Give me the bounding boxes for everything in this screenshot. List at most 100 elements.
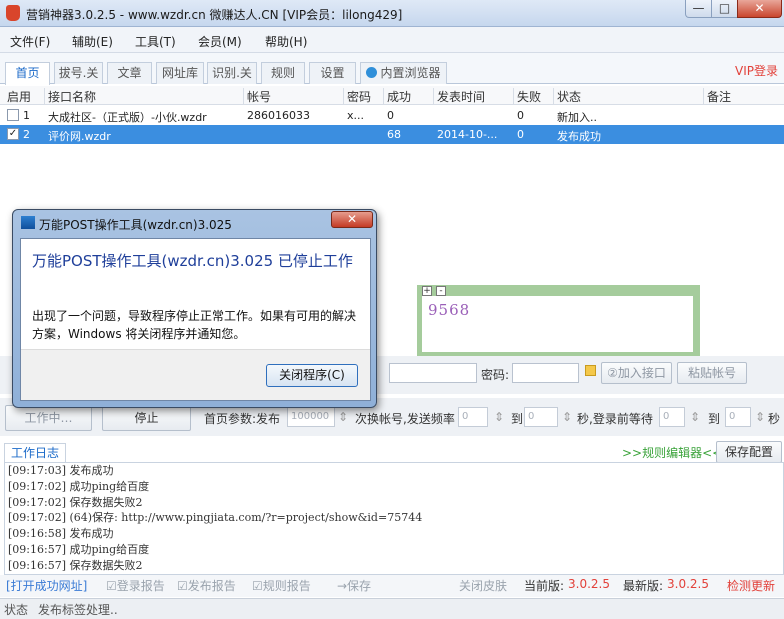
spin-arrows-icon[interactable]: ⇕ bbox=[562, 410, 572, 424]
col-name[interactable]: 接口名称 bbox=[44, 88, 96, 105]
add-interface-button[interactable]: ②加入接口 bbox=[601, 362, 672, 384]
spin-arrows-icon[interactable]: ⇕ bbox=[494, 410, 504, 424]
col-enable[interactable]: 启用 bbox=[4, 88, 31, 105]
tab-builtin-browser[interactable]: 内置浏览器 bbox=[360, 62, 447, 84]
close-skin-link[interactable]: 关闭皮肤 bbox=[459, 577, 507, 594]
sec-label: 秒 bbox=[768, 412, 781, 426]
expand-icon[interactable]: + bbox=[422, 286, 432, 296]
row-name: 大成社区-（正式版）-小伙.wzdr bbox=[48, 111, 207, 124]
to-label: 到 bbox=[511, 412, 524, 426]
password-label: 密码: bbox=[481, 368, 510, 382]
vip-login-link[interactable]: VIP登录 bbox=[735, 62, 778, 79]
col-status[interactable]: 状态 bbox=[553, 88, 581, 105]
title-bar: 营销神器3.0.2.5 - www.wzdr.cn 微赚达人.CN [VIP会员… bbox=[0, 0, 784, 27]
account-input[interactable] bbox=[389, 363, 477, 383]
captcha-panel: + - 9568 bbox=[417, 285, 700, 358]
spin-arrows-icon[interactable]: ⇕ bbox=[338, 410, 348, 424]
save-config-button[interactable]: 保存配置 bbox=[716, 441, 782, 463]
menu-file[interactable]: 文件(F) bbox=[10, 33, 50, 50]
window-title: 营销神器3.0.2.5 - www.wzdr.cn 微赚达人.CN [VIP会员… bbox=[26, 8, 403, 22]
interface-table-header: 启用 接口名称 帐号 密码 成功 发表时间 失败 状态 备注 bbox=[0, 86, 784, 105]
tab-recognition[interactable]: 识别.关 bbox=[207, 62, 257, 84]
dialog-close-button[interactable]: ✕ bbox=[331, 211, 373, 228]
col-fail[interactable]: 失败 bbox=[513, 88, 541, 105]
options-bar: [打开成功网址] ☑登录报告 ☑发布报告 ☑规则报告 →保存 关闭皮肤 当前版:… bbox=[0, 575, 784, 597]
spin-arrows-icon[interactable]: ⇕ bbox=[755, 410, 765, 424]
row-success: 68 bbox=[387, 128, 401, 141]
captcha-image[interactable]: 9568 bbox=[422, 296, 693, 352]
window-icon bbox=[21, 216, 35, 229]
row-status: 新加入.. bbox=[557, 111, 597, 124]
row-fail: 0 bbox=[517, 109, 524, 122]
dialog-message: 出现了一个问题，导致程序停止正常工作。如果有可用的解决方案，Windows 将关… bbox=[32, 309, 357, 341]
publish-report-checkbox[interactable]: ☑发布报告 bbox=[177, 577, 236, 594]
log-line: [09:17:02] (64)保存: http://www.pingjiata.… bbox=[8, 511, 423, 525]
tab-settings[interactable]: 设置 bbox=[309, 62, 356, 84]
check-update-link[interactable]: 检测更新 bbox=[727, 577, 775, 594]
wait-to-input[interactable]: 0 bbox=[725, 407, 751, 427]
wait-from-input[interactable]: 0 bbox=[659, 407, 685, 427]
error-dialog: 万能POST操作工具(wzdr.cn)3.025 ✕ 万能POST操作工具(wz… bbox=[12, 209, 377, 408]
row-number: 1 bbox=[23, 109, 30, 122]
collapse-icon[interactable]: - bbox=[436, 286, 446, 296]
login-wait-label: 秒,登录前等待 bbox=[577, 412, 653, 426]
tab-url-library[interactable]: 网址库 bbox=[156, 62, 204, 84]
maximize-button[interactable]: □ bbox=[711, 0, 738, 18]
tab-article[interactable]: 文章 bbox=[107, 62, 152, 84]
close-window-button[interactable]: ✕ bbox=[737, 0, 782, 18]
row-number: 2 bbox=[23, 128, 30, 141]
spin-arrows-icon[interactable]: ⇕ bbox=[690, 410, 700, 424]
freq-from-input[interactable]: 0 bbox=[458, 407, 488, 427]
open-success-url-link[interactable]: [打开成功网址] bbox=[6, 577, 87, 594]
switch-label: 次换帐号,发送频率 bbox=[355, 412, 455, 426]
row-checkbox[interactable] bbox=[7, 109, 19, 121]
col-note[interactable]: 备注 bbox=[703, 88, 731, 105]
latest-version-label: 最新版: bbox=[623, 579, 664, 593]
status-label: 状态 bbox=[4, 603, 29, 617]
col-time[interactable]: 发表时间 bbox=[433, 88, 485, 105]
home-params-label: 首页参数:发布 bbox=[204, 412, 281, 426]
menu-member[interactable]: 会员(M) bbox=[198, 33, 242, 50]
main-tabs: 首页 拔号.关 文章 网址库 识别.关 规则 设置 内置浏览器 bbox=[0, 53, 784, 85]
log-line: [09:16:57] 成功ping给百度 bbox=[8, 542, 150, 556]
tab-rules[interactable]: 规则 bbox=[261, 62, 305, 84]
log-line: [09:16:57] 保存数据失败2 bbox=[8, 558, 143, 572]
work-log: [09:17:03] 发布成功 [09:17:02] 成功ping给百度 [09… bbox=[4, 462, 784, 575]
key-icon[interactable] bbox=[585, 365, 596, 376]
dialog-body: 万能POST操作工具(wzdr.cn)3.025 已停止工作 出现了一个问题，导… bbox=[20, 238, 371, 401]
col-account[interactable]: 帐号 bbox=[243, 88, 271, 105]
menu-assist[interactable]: 辅助(E) bbox=[72, 33, 113, 50]
row-name: 评价网.wzdr bbox=[48, 130, 111, 143]
publish-count-input[interactable]: 100000 bbox=[287, 407, 335, 427]
log-line: [09:17:03] 发布成功 bbox=[8, 464, 114, 477]
menu-tools[interactable]: 工具(T) bbox=[135, 33, 176, 50]
freq-to-input[interactable]: 0 bbox=[524, 407, 558, 427]
to-label: 到 bbox=[708, 412, 721, 426]
table-row[interactable]: ✓ 2 评价网.wzdr 68 2014-10-... 0 发布成功 bbox=[0, 125, 784, 144]
login-report-checkbox[interactable]: ☑登录报告 bbox=[106, 577, 165, 594]
menu-help[interactable]: 帮助(H) bbox=[265, 33, 307, 50]
captcha-code: 9568 bbox=[428, 301, 471, 319]
current-version-label: 当前版: bbox=[524, 579, 565, 593]
stop-button[interactable]: 停止 bbox=[102, 405, 191, 431]
dialog-footer: 关闭程序(C) bbox=[21, 349, 370, 400]
row-checkbox[interactable]: ✓ bbox=[7, 128, 19, 140]
close-program-button[interactable]: 关闭程序(C) bbox=[266, 364, 358, 387]
log-line: [09:17:02] 成功ping给百度 bbox=[8, 479, 150, 493]
working-button[interactable]: 工作中… bbox=[5, 405, 92, 431]
minimize-button[interactable]: — bbox=[685, 0, 712, 18]
tab-dialup[interactable]: 拔号.关 bbox=[54, 62, 103, 84]
globe-icon bbox=[366, 67, 378, 78]
tab-work-log[interactable]: 工作日志 bbox=[4, 443, 66, 463]
rule-report-checkbox[interactable]: ☑规则报告 bbox=[252, 577, 311, 594]
table-row[interactable]: 1 大成社区-（正式版）-小伙.wzdr 286016033 x... 0 0 … bbox=[0, 106, 784, 125]
row-status: 发布成功 bbox=[557, 130, 601, 143]
rule-editor-link[interactable]: >>规则编辑器<< bbox=[622, 444, 722, 461]
col-success[interactable]: 成功 bbox=[383, 88, 411, 105]
save-option[interactable]: →保存 bbox=[337, 577, 371, 594]
col-password[interactable]: 密码 bbox=[343, 88, 371, 105]
tab-home[interactable]: 首页 bbox=[5, 62, 50, 85]
paste-account-button[interactable]: 粘贴帐号 bbox=[677, 362, 747, 384]
dialog-title: 万能POST操作工具(wzdr.cn)3.025 bbox=[39, 218, 232, 232]
password-input[interactable] bbox=[512, 363, 579, 383]
